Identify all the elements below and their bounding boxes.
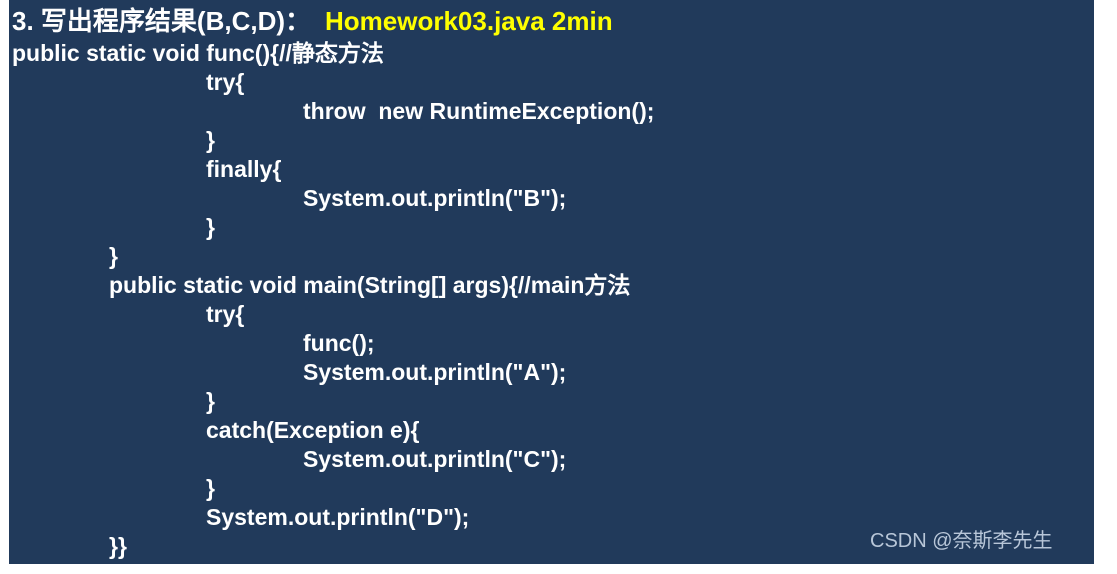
code-line-5: finally{ bbox=[206, 156, 282, 182]
file-title: Homework03.java 2min bbox=[325, 6, 613, 36]
code-line-17: System.out.println("D"); bbox=[206, 504, 470, 530]
code-line-18: }} bbox=[109, 533, 127, 559]
code-line-10: try{ bbox=[206, 301, 245, 327]
code-line-16: } bbox=[206, 475, 215, 501]
code-line-1: public static void func(){//静态方法 bbox=[12, 40, 384, 66]
code-line-14: catch(Exception e){ bbox=[206, 417, 420, 443]
code-line-12: System.out.println("A"); bbox=[303, 359, 567, 385]
code-line-11: func(); bbox=[303, 330, 375, 356]
code-line-13: } bbox=[206, 388, 215, 414]
code-line-9: public static void main(String[] args){/… bbox=[109, 272, 631, 298]
code-line-8: } bbox=[109, 243, 118, 269]
code-line-2: try{ bbox=[206, 69, 245, 95]
code-line-4: } bbox=[206, 127, 215, 153]
code-line-6: System.out.println("B"); bbox=[303, 185, 567, 211]
question-title: 3. 写出程序结果(B,C,D)： bbox=[12, 6, 312, 36]
csdn-watermark: CSDN @奈斯李先生 bbox=[870, 530, 1053, 552]
code-slide: 3. 写出程序结果(B,C,D)： Homework03.java 2min pu… bbox=[9, 0, 1094, 564]
slide-title: 3. 写出程序结果(B,C,D)： Homework03.java 2min bbox=[12, 4, 613, 38]
code-line-3: throw new RuntimeException(); bbox=[303, 98, 655, 124]
code-line-15: System.out.println("C"); bbox=[303, 446, 567, 472]
code-line-7: } bbox=[206, 214, 215, 240]
